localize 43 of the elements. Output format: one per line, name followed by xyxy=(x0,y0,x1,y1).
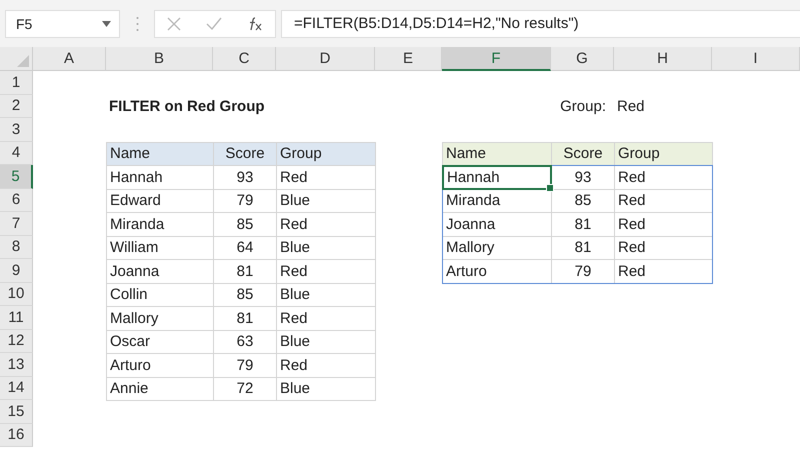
name-box[interactable]: F5 xyxy=(5,10,120,38)
column-header[interactable]: I xyxy=(712,47,800,71)
row-header[interactable]: 8 xyxy=(0,236,33,259)
table-header-cell: Score xyxy=(213,142,277,166)
sheet-title: FILTER on Red Group xyxy=(108,96,266,117)
active-cell[interactable]: Hannah xyxy=(442,165,552,190)
fill-handle[interactable] xyxy=(546,184,554,192)
column-header[interactable]: G xyxy=(551,47,614,71)
column-header[interactable]: H xyxy=(614,47,712,71)
table-header-cell: Group xyxy=(614,142,713,166)
row-header[interactable]: 14 xyxy=(0,376,33,400)
table-header-cell: Score xyxy=(551,142,615,166)
column-header[interactable]: D xyxy=(276,47,375,71)
row-header[interactable]: 12 xyxy=(0,330,33,353)
row-header[interactable]: 6 xyxy=(0,188,33,212)
row-header[interactable]: 15 xyxy=(0,400,33,424)
row-header[interactable]: 3 xyxy=(0,118,33,142)
row-header[interactable]: 4 xyxy=(0,142,33,165)
row-header[interactable]: 16 xyxy=(0,424,33,447)
criteria-cell-text: Red xyxy=(616,96,646,117)
caret-icon[interactable] xyxy=(102,20,111,26)
column-header[interactable]: F xyxy=(442,47,551,71)
table-cell: Blue xyxy=(276,376,376,401)
row-header[interactable]: 1 xyxy=(0,71,33,94)
formula-field[interactable]: =FILTER(B5:D14,D5:D14=H2,"No results") xyxy=(281,10,800,38)
row-header[interactable]: 5 xyxy=(0,165,33,188)
column-header[interactable]: E xyxy=(375,47,442,71)
row-header[interactable]: 10 xyxy=(0,282,33,306)
table-header-cell: Name xyxy=(106,142,214,166)
check-icon[interactable] xyxy=(206,16,222,30)
criteria-label: Group: xyxy=(559,96,607,117)
table-cell: Annie xyxy=(106,376,214,401)
column-header[interactable]: C xyxy=(213,47,276,71)
row-header[interactable]: 11 xyxy=(0,306,33,330)
table-header-cell: Group xyxy=(276,142,376,166)
grip-icon xyxy=(136,16,139,32)
row-header[interactable]: 9 xyxy=(0,259,33,282)
column-header[interactable]: B xyxy=(106,47,213,71)
row-header[interactable]: 2 xyxy=(0,94,33,118)
row-header[interactable]: 7 xyxy=(0,212,33,236)
row-header[interactable]: 13 xyxy=(0,353,33,376)
table-header-cell: Name xyxy=(442,142,552,166)
column-header[interactable]: A xyxy=(33,47,106,71)
